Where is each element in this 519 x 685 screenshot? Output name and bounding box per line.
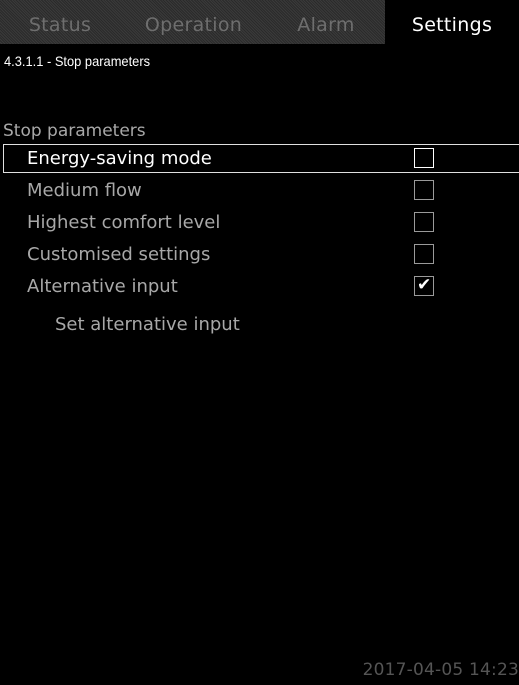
tab-operation[interactable]: Operation — [120, 0, 267, 44]
set-alternative-input-item[interactable]: Set alternative input — [55, 314, 240, 335]
checkbox[interactable] — [414, 244, 434, 264]
tab-bar: Status Operation Alarm Settings — [0, 0, 519, 44]
tab-alarm[interactable]: Alarm — [267, 0, 385, 44]
option-alternative-input[interactable]: Alternative input ✔ — [3, 272, 519, 301]
tab-status[interactable]: Status — [0, 0, 120, 44]
tab-settings[interactable]: Settings — [385, 0, 519, 44]
timestamp: 2017-04-05 14:23 — [362, 660, 519, 680]
option-label: Customised settings — [27, 244, 211, 265]
checkbox[interactable] — [414, 212, 434, 232]
option-customised-settings[interactable]: Customised settings — [3, 240, 519, 269]
checkbox[interactable] — [414, 180, 434, 200]
option-label: Alternative input — [27, 276, 178, 297]
checkbox[interactable] — [414, 148, 434, 168]
option-highest-comfort-level[interactable]: Highest comfort level — [3, 208, 519, 237]
checkmark-icon: ✔ — [417, 275, 432, 295]
option-energy-saving-mode[interactable]: Energy-saving mode — [3, 144, 519, 173]
breadcrumb: 4.3.1.1 - Stop parameters — [4, 53, 151, 69]
option-label: Highest comfort level — [27, 212, 221, 233]
option-label: Energy-saving mode — [27, 148, 212, 169]
section-title: Stop parameters — [3, 121, 146, 141]
option-medium-flow[interactable]: Medium flow — [3, 176, 519, 205]
checkbox[interactable]: ✔ — [414, 275, 434, 296]
option-label: Medium flow — [27, 180, 142, 201]
